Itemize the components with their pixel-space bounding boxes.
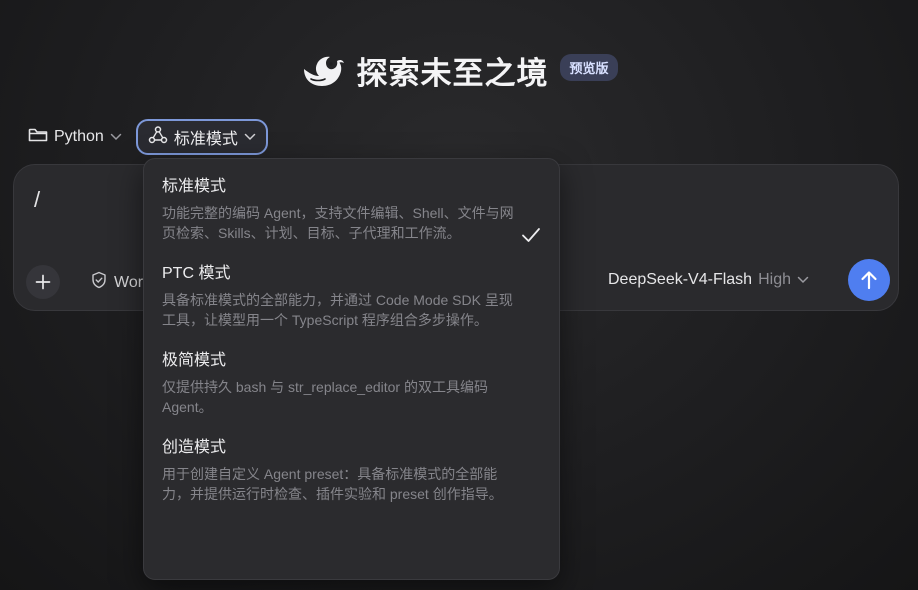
page-title: 探索未至之境 bbox=[356, 56, 549, 91]
model-effort: High bbox=[758, 271, 791, 288]
language-selector[interactable]: Python bbox=[28, 127, 122, 148]
chevron-down-icon bbox=[110, 128, 122, 146]
workspace-chip[interactable]: Wor bbox=[90, 271, 143, 294]
mode-option-minimal[interactable]: 极简模式 仅提供持久 bash 与 str_replace_editor 的双工… bbox=[162, 351, 541, 417]
folder-icon bbox=[28, 127, 48, 148]
send-button[interactable] bbox=[848, 259, 890, 301]
mode-label: 标准模式 bbox=[173, 131, 238, 148]
mode-dropdown-menu: 标准模式 功能完整的编码 Agent，支持文件编辑、Shell、文件与网页检索、… bbox=[143, 158, 560, 580]
prompt-input[interactable]: / bbox=[34, 187, 40, 213]
workspace-chip-label: Wor bbox=[114, 273, 144, 291]
option-description: 具备标准模式的全部能力，并通过 Code Mode SDK 呈现工具，让模型用一… bbox=[162, 292, 513, 328]
add-attachment-button[interactable] bbox=[26, 265, 60, 299]
whale-logo-icon bbox=[300, 51, 346, 91]
arrow-up-icon bbox=[861, 271, 877, 290]
mode-selector-button[interactable]: 标准模式 bbox=[135, 119, 268, 155]
option-description: 功能完整的编码 Agent，支持文件编辑、Shell、文件与网页检索、Skill… bbox=[162, 205, 514, 241]
toolbar: Python 标准模式 bbox=[28, 119, 268, 155]
option-description: 用于创建自定义 Agent preset：具备标准模式的全部能力，并提供运行时检… bbox=[162, 466, 503, 502]
option-title: 极简模式 bbox=[162, 352, 227, 369]
checkmark-icon bbox=[521, 227, 541, 248]
model-name: DeepSeek-V4-Flash bbox=[608, 271, 753, 288]
language-label: Python bbox=[54, 128, 104, 145]
nodes-icon bbox=[148, 125, 168, 150]
option-title: 标准模式 bbox=[162, 178, 227, 195]
option-description: 仅提供持久 bash 与 str_replace_editor 的双工具编码 A… bbox=[162, 379, 488, 415]
shield-check-icon bbox=[90, 271, 108, 294]
plus-icon bbox=[35, 274, 51, 290]
preview-badge: 预览版 bbox=[560, 54, 618, 81]
mode-option-ptc[interactable]: PTC 模式 具备标准模式的全部能力，并通过 Code Mode SDK 呈现工… bbox=[162, 264, 541, 330]
option-title: PTC 模式 bbox=[162, 265, 231, 282]
option-title: 创造模式 bbox=[162, 439, 227, 456]
chevron-down-icon bbox=[244, 128, 256, 146]
chevron-down-icon bbox=[797, 271, 809, 289]
model-selector[interactable]: DeepSeek-V4-Flash High bbox=[608, 271, 809, 289]
header: 探索未至之境 预览版 bbox=[0, 48, 918, 93]
app-root: 探索未至之境 预览版 Python 标准模式 / Wor DeepSeek-V4… bbox=[0, 0, 918, 590]
mode-option-standard[interactable]: 标准模式 功能完整的编码 Agent，支持文件编辑、Shell、文件与网页检索、… bbox=[162, 177, 541, 243]
mode-option-create[interactable]: 创造模式 用于创建自定义 Agent preset：具备标准模式的全部能力，并提… bbox=[162, 438, 541, 504]
